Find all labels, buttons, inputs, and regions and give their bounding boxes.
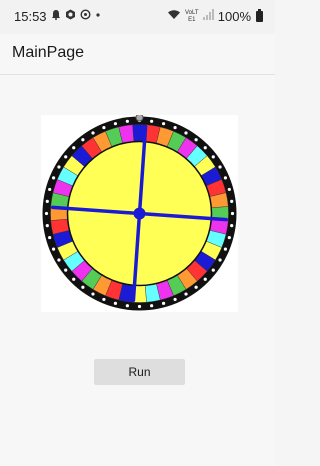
alarm-icon bbox=[51, 9, 61, 24]
wheel-light bbox=[113, 122, 118, 126]
wheel-light bbox=[72, 146, 76, 150]
main-content: Run bbox=[0, 75, 275, 466]
wheel-graphic bbox=[42, 115, 237, 311]
wheel-light bbox=[45, 199, 49, 203]
wheel-light bbox=[218, 165, 222, 169]
wheel-light bbox=[227, 235, 231, 240]
wheel-light bbox=[150, 304, 154, 308]
wheel-light bbox=[125, 119, 129, 123]
wheel-light bbox=[91, 131, 95, 135]
wheel-light bbox=[57, 258, 61, 262]
status-right: VoLTE1 100% bbox=[167, 9, 263, 24]
wheel-light bbox=[64, 155, 68, 159]
wheel-light bbox=[211, 155, 215, 159]
wheel-light bbox=[81, 138, 85, 142]
wheel-light bbox=[230, 199, 234, 203]
wheel-light bbox=[102, 297, 106, 302]
app-bar: MainPage bbox=[0, 34, 275, 75]
wheel-light bbox=[137, 304, 142, 309]
status-bar: 15:53 VoLTE1 100% bbox=[0, 0, 275, 34]
wheel-light bbox=[194, 138, 198, 142]
network-label: VoLTE1 bbox=[184, 9, 199, 23]
battery-icon bbox=[256, 9, 263, 22]
wheel-light bbox=[51, 247, 56, 251]
settings-icon bbox=[65, 9, 76, 24]
wheel-light bbox=[91, 292, 95, 296]
wheel-light bbox=[173, 297, 177, 302]
wheel-light bbox=[48, 235, 52, 240]
wheel-light bbox=[223, 247, 228, 251]
wheel-light bbox=[161, 301, 166, 305]
wheel-light bbox=[48, 187, 52, 192]
wheel-light bbox=[161, 122, 166, 126]
wheel-light bbox=[102, 125, 106, 130]
sync-icon bbox=[80, 9, 91, 24]
wheel-light bbox=[64, 268, 68, 272]
page-title: MainPage bbox=[12, 44, 85, 61]
wheel-light bbox=[230, 211, 235, 216]
run-button[interactable]: Run bbox=[94, 359, 185, 385]
prize-wheel bbox=[41, 115, 238, 312]
battery-percent: 100% bbox=[217, 9, 251, 24]
wheel-light bbox=[45, 224, 49, 228]
wheel-light bbox=[57, 165, 61, 169]
wheel-light bbox=[211, 268, 215, 272]
wheel-light bbox=[51, 176, 56, 180]
wheel-light bbox=[44, 211, 49, 216]
wheel-light bbox=[227, 187, 231, 192]
wheel-light bbox=[125, 304, 129, 308]
wheel-light bbox=[150, 119, 154, 123]
dot-icon bbox=[95, 9, 101, 24]
wheel-center bbox=[133, 207, 146, 220]
wheel-light bbox=[203, 277, 207, 281]
wheel-light bbox=[230, 224, 234, 228]
wheel-light bbox=[203, 146, 207, 150]
wheel-light bbox=[81, 285, 85, 289]
signal-icon bbox=[202, 9, 214, 24]
wheel-light bbox=[184, 131, 188, 135]
status-left: 15:53 bbox=[14, 9, 101, 24]
wheel-light bbox=[223, 176, 228, 180]
wheel-light bbox=[218, 258, 222, 262]
wheel-light bbox=[194, 285, 198, 289]
wheel-light bbox=[173, 125, 177, 130]
wheel-light bbox=[113, 301, 118, 305]
wheel-light bbox=[184, 292, 188, 296]
wheel-light bbox=[72, 277, 76, 281]
wifi-icon bbox=[167, 9, 181, 24]
status-time: 15:53 bbox=[14, 9, 47, 24]
wheel-pointer bbox=[135, 115, 144, 122]
